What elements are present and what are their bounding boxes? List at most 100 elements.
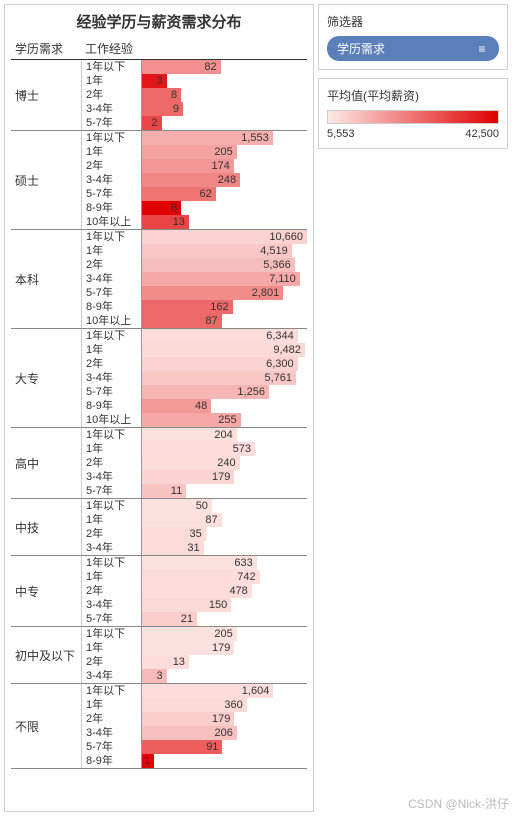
bar: 633 — [142, 556, 257, 570]
data-row[interactable]: 3-4年150 — [81, 598, 307, 612]
bar-cell: 11 — [141, 484, 307, 498]
bar-cell: 179 — [141, 470, 307, 484]
bar-cell: 205 — [141, 145, 307, 159]
data-row[interactable]: 3-4年31 — [81, 541, 307, 555]
exp-label: 5-7年 — [81, 187, 141, 201]
bar-cell: 31 — [141, 541, 307, 555]
bar-cell: 13 — [141, 655, 307, 669]
edu-group: 高中1年以下2041年5732年2403-4年1795-7年11 — [11, 428, 307, 499]
exp-label: 1年 — [81, 244, 141, 258]
data-row[interactable]: 3-4年9 — [81, 102, 307, 116]
data-row[interactable]: 2年478 — [81, 584, 307, 598]
data-row[interactable]: 5-7年21 — [81, 612, 307, 626]
filter-menu-icon[interactable]: ≡ — [475, 42, 489, 56]
data-row[interactable]: 5-7年2 — [81, 116, 307, 130]
data-row[interactable]: 2年6,300 — [81, 357, 307, 371]
bar: 21 — [142, 612, 197, 626]
data-row[interactable]: 2年13 — [81, 655, 307, 669]
data-row[interactable]: 1年3 — [81, 74, 307, 88]
exp-label: 1年以下 — [81, 329, 141, 343]
header-edu: 学历需求 — [11, 38, 81, 59]
data-row[interactable]: 3-4年5,761 — [81, 371, 307, 385]
exp-label: 1年以下 — [81, 499, 141, 513]
data-row[interactable]: 1年以下1,604 — [81, 684, 307, 698]
data-row[interactable]: 1年9,482 — [81, 343, 307, 357]
bar-cell: 6,300 — [141, 357, 307, 371]
data-row[interactable]: 1年以下633 — [81, 556, 307, 570]
bar-cell: 62 — [141, 187, 307, 201]
bar: 179 — [142, 470, 234, 484]
bar: 13 — [142, 215, 189, 229]
bar-cell: 206 — [141, 726, 307, 740]
data-row[interactable]: 10年以上87 — [81, 314, 307, 328]
watermark: CSDN @Nick-洪仔 — [408, 795, 509, 812]
data-row[interactable]: 5-7年2,801 — [81, 286, 307, 300]
data-row[interactable]: 2年240 — [81, 456, 307, 470]
data-row[interactable]: 1年742 — [81, 570, 307, 584]
filter-card: 筛选器 学历需求 ≡ — [318, 4, 508, 70]
legend-title: 平均值(平均薪资) — [327, 87, 499, 104]
filter-pill[interactable]: 学历需求 ≡ — [327, 36, 499, 61]
data-row[interactable]: 1年以下50 — [81, 499, 307, 513]
data-row[interactable]: 2年5,366 — [81, 258, 307, 272]
data-row[interactable]: 3-4年3 — [81, 669, 307, 683]
bar-cell: 50 — [141, 499, 307, 513]
data-row[interactable]: 1年以下6,344 — [81, 329, 307, 343]
edu-label: 高中 — [11, 428, 81, 498]
data-row[interactable]: 1年179 — [81, 641, 307, 655]
data-row[interactable]: 3-4年248 — [81, 173, 307, 187]
exp-label: 1年 — [81, 145, 141, 159]
edu-group: 本科1年以下10,6601年4,5192年5,3663-4年7,1105-7年2… — [11, 230, 307, 329]
data-row[interactable]: 1年以下205 — [81, 627, 307, 641]
data-row[interactable]: 5-7年62 — [81, 187, 307, 201]
data-row[interactable]: 1年以下82 — [81, 60, 307, 74]
exp-label: 1年以下 — [81, 556, 141, 570]
data-row[interactable]: 1年以下1,553 — [81, 131, 307, 145]
exp-label: 10年以上 — [81, 215, 141, 229]
bar: 240 — [142, 456, 240, 470]
edu-group: 不限1年以下1,6041年3602年1793-4年2065-7年918-9年1 — [11, 684, 307, 769]
exp-label: 3-4年 — [81, 371, 141, 385]
data-row[interactable]: 8-9年48 — [81, 399, 307, 413]
data-row[interactable]: 3-4年7,110 — [81, 272, 307, 286]
bar-cell: 360 — [141, 698, 307, 712]
exp-label: 5-7年 — [81, 116, 141, 130]
column-headers: 学历需求 工作经验 — [11, 38, 307, 60]
data-row[interactable]: 1年360 — [81, 698, 307, 712]
data-row[interactable]: 1年以下10,660 — [81, 230, 307, 244]
data-row[interactable]: 2年35 — [81, 527, 307, 541]
data-row[interactable]: 10年以上13 — [81, 215, 307, 229]
data-row[interactable]: 10年以上255 — [81, 413, 307, 427]
bar: 2 — [142, 116, 162, 130]
data-row[interactable]: 8-9年1 — [81, 754, 307, 768]
data-row[interactable]: 5-7年1,256 — [81, 385, 307, 399]
data-row[interactable]: 3-4年179 — [81, 470, 307, 484]
data-row[interactable]: 8-9年162 — [81, 300, 307, 314]
data-row[interactable]: 1年87 — [81, 513, 307, 527]
bar: 360 — [142, 698, 247, 712]
data-row[interactable]: 2年8 — [81, 88, 307, 102]
data-row[interactable]: 2年174 — [81, 159, 307, 173]
bar-cell: 5,366 — [141, 258, 307, 272]
data-row[interactable]: 8-9年8 — [81, 201, 307, 215]
data-row[interactable]: 1年573 — [81, 442, 307, 456]
bar-cell: 204 — [141, 428, 307, 442]
data-row[interactable]: 1年4,519 — [81, 244, 307, 258]
bar-cell: 3 — [141, 74, 307, 88]
data-row[interactable]: 1年以下204 — [81, 428, 307, 442]
data-row[interactable]: 3-4年206 — [81, 726, 307, 740]
data-row[interactable]: 2年179 — [81, 712, 307, 726]
bar: 1 — [142, 754, 154, 768]
data-row[interactable]: 5-7年91 — [81, 740, 307, 754]
edu-group: 硕士1年以下1,5531年2052年1743-4年2485-7年628-9年81… — [11, 131, 307, 230]
bar: 206 — [142, 726, 237, 740]
bar-cell: 2,801 — [141, 286, 307, 300]
bar: 179 — [142, 712, 234, 726]
bar-cell: 91 — [141, 740, 307, 754]
exp-label: 2年 — [81, 159, 141, 173]
data-row[interactable]: 5-7年11 — [81, 484, 307, 498]
data-row[interactable]: 1年205 — [81, 145, 307, 159]
bar-cell: 8 — [141, 88, 307, 102]
bar: 4,519 — [142, 244, 292, 258]
exp-label: 8-9年 — [81, 300, 141, 314]
